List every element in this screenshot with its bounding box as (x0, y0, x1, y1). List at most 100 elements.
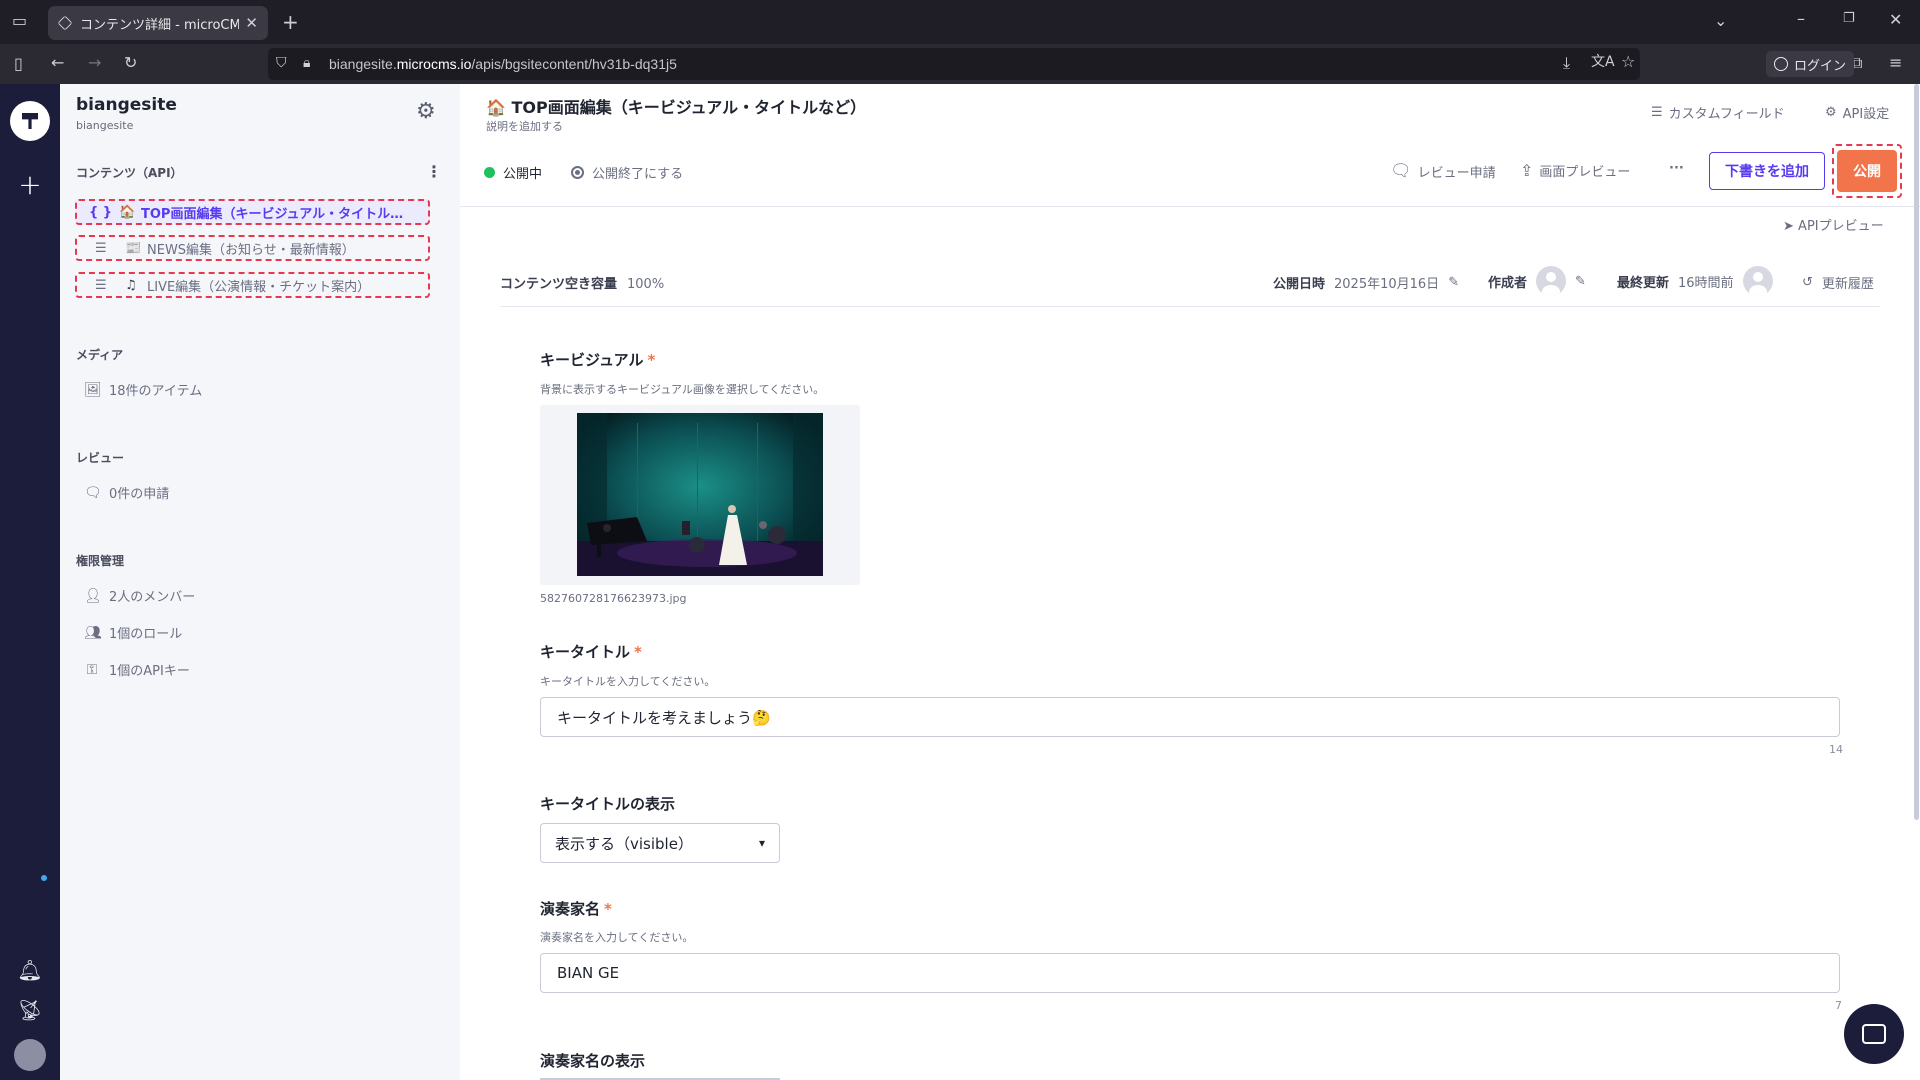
last-updated: 最終更新 16時間前 (1617, 266, 1773, 296)
roles-count: 1個のロール (109, 627, 183, 642)
required-mark: * (634, 643, 642, 661)
sidebar-item-top-edit[interactable]: { } 🏠 TOP画面編集（キービジュアル・タイトル… (75, 199, 430, 225)
stop-circle-icon (571, 166, 584, 179)
window-close-icon[interactable]: ✕ (1889, 12, 1902, 28)
sidebar-item-live-edit[interactable]: ☰ ♫ LIVE編集（公演情報・チケット案内） (75, 272, 430, 298)
update-history-link[interactable]: ↺ 更新履歴 (1802, 273, 1874, 292)
page-title-text: TOP画面編集（キービジュアル・タイトルなど） (511, 98, 867, 117)
browser-toolbar: ▯ ← → ↻ ⛉ 🔒︎ ⤓ 文A ☆ ⧉ ≡ (0, 44, 1920, 84)
artist-name-input[interactable] (540, 953, 1840, 993)
bookmark-star-icon[interactable]: ☆ (1621, 54, 1635, 70)
project-name: biangesite (76, 95, 177, 115)
add-description-link[interactable]: 説明を追加する (486, 118, 563, 134)
key-title-input[interactable] (540, 697, 1840, 737)
app-rail: + (0, 84, 60, 1080)
house-icon: 🏠 (486, 98, 506, 117)
new-tab-icon[interactable]: + (282, 12, 299, 32)
project-settings-gear-icon[interactable]: ⚙ (416, 99, 436, 124)
login-button[interactable]: ログイン (1766, 51, 1855, 77)
publish-button[interactable]: 公開 (1837, 150, 1897, 192)
menu-icon[interactable]: ≡ (1889, 55, 1902, 71)
published-date: 公開日時 2025年10月16日 ✎ (1273, 273, 1459, 292)
media-count: 18件のアイテム (109, 384, 203, 399)
microcms-logo-icon[interactable] (10, 101, 50, 141)
support-chat-button[interactable] (1844, 1004, 1904, 1064)
lock-icon[interactable]: 🔒︎ (303, 56, 310, 70)
updated-value: 16時間前 (1678, 275, 1734, 291)
review-request-button[interactable]: 🗨︎ レビュー申請 (1390, 161, 1496, 181)
preview-upload-icon: ⇪ (1520, 161, 1534, 180)
browser-tab[interactable]: コンテンツ詳細 - microCMS ✕ (48, 6, 268, 40)
updated-label: 最終更新 (1617, 275, 1670, 291)
header-divider (460, 206, 1920, 207)
key-title-char-count: 14 (1829, 743, 1843, 756)
key-title-display-label: キータイトルの表示 (540, 795, 676, 813)
review-chat-icon: 🗨︎ (84, 484, 102, 501)
permissions-section-title: 権限管理 (76, 554, 125, 568)
translate-icon[interactable]: 文A (1591, 55, 1615, 69)
required-mark: * (604, 900, 612, 918)
reload-icon[interactable]: ↻ (124, 55, 137, 71)
contents-kebab-icon[interactable]: ⋮ (426, 162, 442, 181)
custom-field-link[interactable]: ☰ カスタムフィールド (1651, 103, 1785, 122)
published-label: 公開日時 (1273, 277, 1326, 292)
close-tab-icon[interactable]: ✕ (245, 14, 258, 32)
minimize-icon[interactable]: – (1797, 11, 1805, 27)
unpublish-button[interactable]: 公開終了にする (571, 163, 683, 182)
image-icon: 🖼︎ (84, 381, 102, 398)
notification-bell-icon[interactable]: 🔔︎ (0, 958, 60, 982)
add-service-icon[interactable]: + (0, 168, 60, 201)
person-icon: 👤︎ (84, 587, 102, 604)
author-label: 作成者 (1488, 275, 1528, 291)
api-settings-link[interactable]: ⚙ API設定 (1825, 103, 1889, 122)
key-title-display-select[interactable]: 表示する（visible） ▾ (540, 823, 780, 863)
broadcast-icon[interactable]: 📡︎ (0, 998, 60, 1022)
user-avatar[interactable] (14, 1039, 46, 1071)
review-request-label: レビュー申請 (1417, 165, 1496, 181)
artist-name-label-text: 演奏家名 (540, 900, 601, 918)
status-label: 公開中 (503, 167, 543, 182)
chat-icon (1862, 1024, 1886, 1044)
tab-overview-icon[interactable]: ▭ (12, 13, 27, 29)
key-visual-help: 背景に表示するキービジュアル画像を選択してください。 (540, 383, 825, 396)
contents-section-title: コンテンツ（API） (76, 166, 183, 180)
api-preview-link[interactable]: ➤ APIプレビュー (1783, 215, 1884, 234)
sidebar-item-roles[interactable]: 👥︎ 1個のロール (84, 623, 183, 643)
apikeys-count: 1個のAPIキー (109, 664, 190, 679)
page-scrollbar[interactable] (1914, 84, 1919, 820)
capacity-value: 100% (627, 277, 665, 292)
sidebar-item-media[interactable]: 🖼︎ 18件のアイテム (84, 380, 203, 400)
download-icon[interactable]: ⤓ (1563, 55, 1570, 71)
more-dots-icon: ··· (1669, 161, 1684, 176)
key-visual-label-text: キービジュアル (540, 351, 644, 369)
edit-pencil-icon[interactable]: ✎ (1575, 274, 1586, 289)
review-request-icon: 🗨︎ (1390, 161, 1412, 181)
back-icon[interactable]: ← (51, 55, 64, 71)
restore-icon[interactable]: ❐ (1843, 12, 1855, 25)
sidebar-item-review[interactable]: 🗨︎ 0件の申請 (84, 483, 169, 503)
key-visual-label: キービジュアル * (540, 349, 655, 370)
house-icon: 🏠 (119, 204, 136, 220)
add-draft-button[interactable]: 下書きを追加 (1709, 152, 1825, 190)
login-label: ログイン (1794, 58, 1847, 74)
shield-icon[interactable]: ⛉ (276, 56, 287, 70)
sidebar-item-label: TOP画面編集（キービジュアル・タイトル… (141, 206, 404, 222)
key-title-help: キータイトルを入力してください。 (540, 675, 716, 688)
forward-icon[interactable]: → (88, 55, 101, 71)
edit-pencil-icon[interactable]: ✎ (1448, 275, 1459, 290)
newspaper-icon: 📰 (125, 240, 142, 256)
tab-list-chevron-icon[interactable]: ⌄ (1714, 13, 1727, 29)
page-title: 🏠 TOP画面編集（キービジュアル・タイトルなど） (486, 94, 866, 118)
more-menu-button[interactable]: ··· (1669, 161, 1684, 176)
sidebar-item-news-edit[interactable]: ☰ 📰 NEWS編集（お知らせ・最新情報） (75, 235, 430, 261)
history-icon: ↺ (1802, 275, 1813, 290)
meta-divider (500, 306, 1880, 307)
screen-preview-button[interactable]: ⇪ 画面プレビュー (1520, 161, 1630, 180)
api-settings-label: API設定 (1842, 107, 1890, 122)
sidebar-item-label: LIVE編集（公演情報・チケット案内） (147, 279, 371, 295)
sidebar-toggle-icon[interactable]: ▯ (14, 56, 23, 72)
custom-field-label: カスタムフィールド (1668, 107, 1785, 122)
sidebar-item-apikeys[interactable]: ⚿ 1個のAPIキー (84, 660, 190, 680)
key-visual-image[interactable] (577, 413, 823, 576)
sidebar-item-members[interactable]: 👤︎ 2人のメンバー (84, 586, 195, 606)
